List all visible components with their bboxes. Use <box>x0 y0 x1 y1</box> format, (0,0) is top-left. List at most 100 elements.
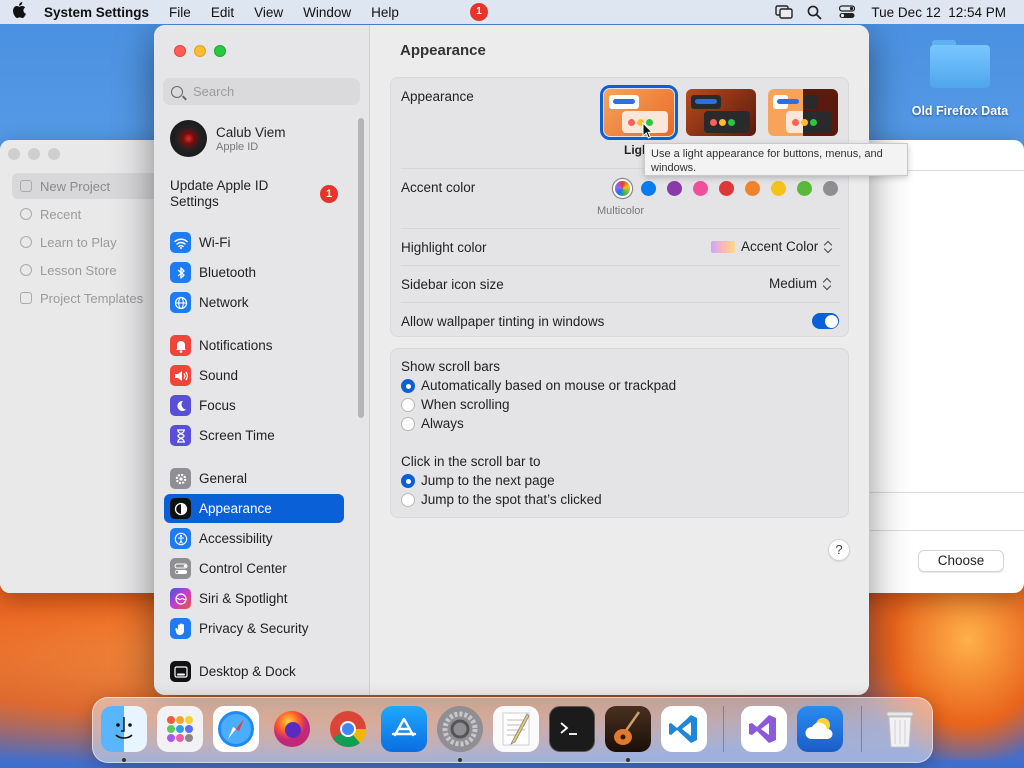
visual-studio-icon[interactable] <box>741 706 787 752</box>
desktop-folder[interactable]: Old Firefox Data <box>908 38 1012 118</box>
bell-icon <box>170 335 191 356</box>
finder-icon[interactable] <box>101 706 147 752</box>
hourglass-icon <box>170 425 191 446</box>
dock <box>92 697 933 763</box>
click-option-spot-clicked[interactable]: Jump to the spot that’s clicked <box>401 492 602 507</box>
document-icon <box>20 180 32 192</box>
settings-sidebar: Search Calub Viem Apple ID Update Apple … <box>154 25 370 695</box>
scroll-option-always[interactable]: Always <box>401 416 464 431</box>
dock-badge: 1 <box>470 3 488 21</box>
appearance-pane: Appearance Appearance Accent color Multi… <box>370 25 869 695</box>
firefox-icon[interactable] <box>269 706 315 752</box>
sidebar-label-focus: Focus <box>199 398 236 413</box>
sidebar-item-accessibility[interactable]: Accessibility <box>164 524 344 553</box>
garageband-icon[interactable] <box>605 706 651 752</box>
sidebar-item-appearance[interactable]: Appearance <box>164 494 344 523</box>
close-window-button[interactable] <box>174 45 186 57</box>
wallpaper-tinting-toggle[interactable] <box>812 313 839 329</box>
sidebar-label-general: General <box>199 471 248 486</box>
launchpad-icon[interactable] <box>157 706 203 752</box>
sidebar-label-bluetooth: Bluetooth <box>199 265 257 280</box>
safari-icon[interactable] <box>213 706 259 752</box>
traffic-lights <box>174 45 226 57</box>
help-button[interactable]: ? <box>828 539 850 561</box>
vscode-icon[interactable] <box>661 706 707 752</box>
menu-help[interactable]: Help <box>361 5 409 20</box>
screen-mirroring-icon[interactable] <box>775 5 794 19</box>
sidebar-item-focus[interactable]: Focus <box>164 391 344 420</box>
accent-swatch-purple[interactable] <box>667 181 682 196</box>
bg-sidebar-item-lesson-store[interactable]: Lesson Store <box>12 257 156 283</box>
chevron-up-down-icon <box>823 277 832 291</box>
apple-menu-icon[interactable] <box>0 2 38 22</box>
app-store-icon[interactable] <box>381 706 427 752</box>
sidebar-label-appearance: Appearance <box>199 501 272 516</box>
accent-swatch-green[interactable] <box>797 181 812 196</box>
spotlight-search-icon[interactable] <box>807 5 823 20</box>
sidebar-item-network[interactable]: Network <box>164 288 344 317</box>
sidebar-item-siri-spotlight[interactable]: Siri & Spotlight <box>164 584 344 613</box>
hand-icon <box>170 618 191 639</box>
sidebar-item-sound[interactable]: Sound <box>164 361 344 390</box>
moon-icon <box>170 395 191 416</box>
accent-swatch-blue[interactable] <box>641 181 656 196</box>
gear-icon <box>170 468 191 489</box>
textedit-icon[interactable] <box>493 706 539 752</box>
scroll-option-automatic[interactable]: Automatically based on mouse or trackpad <box>401 378 676 393</box>
search-field[interactable]: Search <box>163 78 360 105</box>
accent-swatch-multicolor[interactable] <box>615 181 630 196</box>
minimize-window-button[interactable] <box>194 45 206 57</box>
sidebar-label-sound: Sound <box>199 368 239 383</box>
menu-window[interactable]: Window <box>293 5 361 20</box>
terminal-icon[interactable] <box>549 706 595 752</box>
sidebar-item-privacy-security[interactable]: Privacy & Security <box>164 614 344 643</box>
sidebar-item-wifi[interactable]: Wi-Fi <box>164 228 344 257</box>
sidebar-item-general[interactable]: General <box>164 464 344 493</box>
menu-file[interactable]: File <box>159 5 201 20</box>
appearance-option-dark[interactable] <box>686 89 756 136</box>
mouse-cursor-icon <box>642 121 654 143</box>
appearance-option-auto[interactable] <box>768 89 838 136</box>
scroll-option-when-scrolling[interactable]: When scrolling <box>401 397 510 412</box>
accent-swatch-orange[interactable] <box>745 181 760 196</box>
update-apple-id-item[interactable]: Update Apple ID Settings <box>170 178 310 210</box>
click-option-next-page[interactable]: Jump to the next page <box>401 473 555 488</box>
weather-icon[interactable] <box>797 706 843 752</box>
sidebar-label-desktop-dock: Desktop & Dock <box>199 664 296 679</box>
sidebar-scrollbar[interactable] <box>358 118 364 418</box>
sidebar-label-screen-time: Screen Time <box>199 428 275 443</box>
accent-swatch-yellow[interactable] <box>771 181 786 196</box>
menu-view[interactable]: View <box>244 5 293 20</box>
highlight-color-popup[interactable]: Accent Color <box>711 239 833 254</box>
system-settings-icon[interactable] <box>437 706 483 752</box>
sidebar-item-control-center[interactable]: Control Center <box>164 554 344 583</box>
chrome-icon[interactable] <box>325 706 371 752</box>
accent-swatch-graphite[interactable] <box>823 181 838 196</box>
sidebar-item-desktop-dock[interactable]: Desktop & Dock <box>164 657 344 686</box>
sidebar-item-bluetooth[interactable]: Bluetooth <box>164 258 344 287</box>
highlight-color-swatch <box>711 240 735 253</box>
menu-app-name[interactable]: System Settings <box>38 5 159 20</box>
accent-swatch-pink[interactable] <box>693 181 708 196</box>
trash-icon[interactable] <box>877 706 923 752</box>
bg-sidebar-item-learn[interactable]: Learn to Play <box>12 229 156 255</box>
apple-id-account[interactable]: Calub Viem Apple ID <box>170 120 286 157</box>
radio-selected <box>401 473 415 488</box>
sidebar-icon-size-popup[interactable]: Medium <box>769 276 832 291</box>
appearance-option-light[interactable] <box>600 85 678 140</box>
clock-icon <box>20 208 32 220</box>
show-scroll-bars-label: Show scroll bars <box>401 359 501 374</box>
zoom-window-button[interactable] <box>214 45 226 57</box>
bg-sidebar-item-templates[interactable]: Project Templates <box>12 285 156 311</box>
choose-button[interactable]: Choose <box>918 550 1004 572</box>
bg-sidebar-item-recent[interactable]: Recent <box>12 201 156 227</box>
menu-edit[interactable]: Edit <box>201 5 244 20</box>
accessibility-icon <box>170 528 191 549</box>
bg-sidebar-item-new-project[interactable]: New Project <box>12 173 156 199</box>
menu-clock[interactable]: Tue Dec 12 12:54 PM <box>871 5 1006 20</box>
accent-swatch-red[interactable] <box>719 181 734 196</box>
control-center-icon[interactable] <box>839 5 856 19</box>
sidebar-item-screen-time[interactable]: Screen Time <box>164 421 344 450</box>
sidebar-label-privacy-security: Privacy & Security <box>199 621 309 636</box>
sidebar-item-notifications[interactable]: Notifications <box>164 331 344 360</box>
